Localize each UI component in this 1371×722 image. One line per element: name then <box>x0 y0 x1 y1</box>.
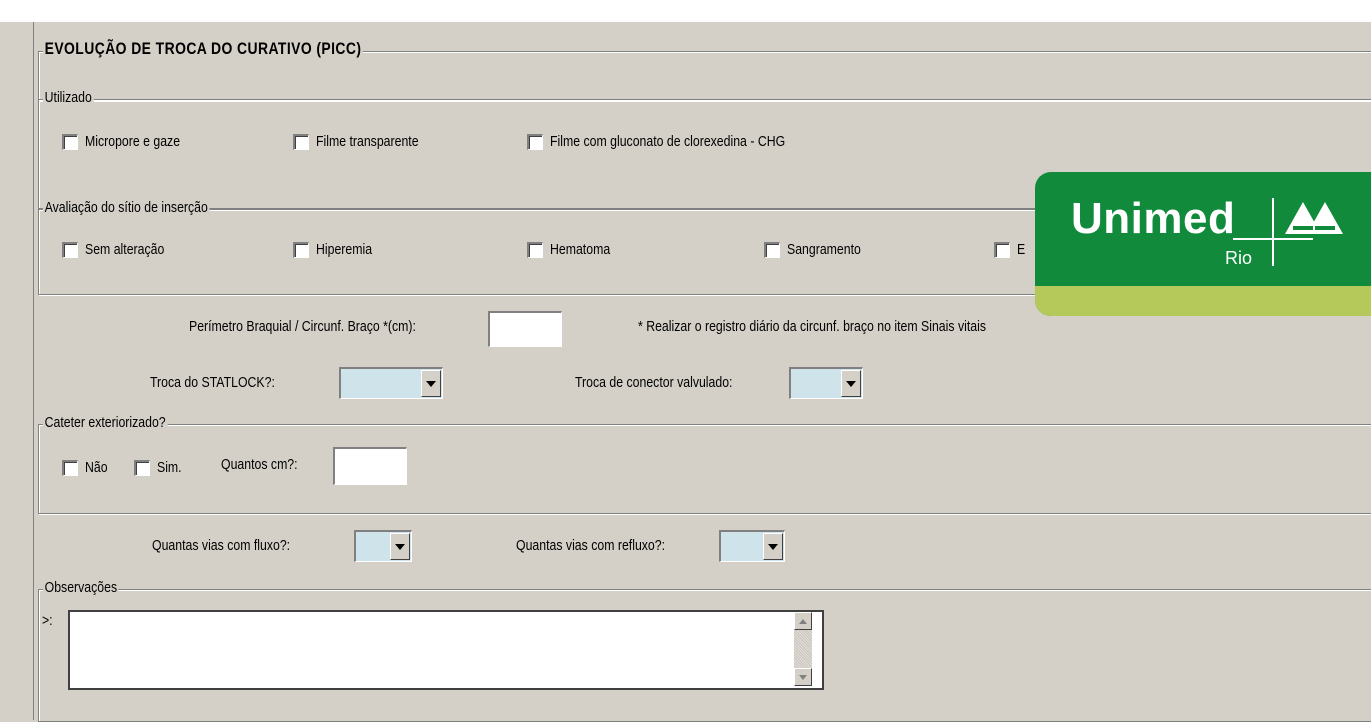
checkbox-box[interactable] <box>293 133 309 150</box>
chevron-down-icon[interactable] <box>390 533 410 560</box>
checkbox-box[interactable] <box>134 459 150 476</box>
checkbox-box[interactable] <box>527 133 543 150</box>
vias-fluxo-label: Quantas vias com fluxo?: <box>152 537 291 554</box>
logo-band <box>1035 286 1371 316</box>
logo-brand: Unimed <box>1071 194 1236 243</box>
top-strip <box>0 0 1371 22</box>
unimed-trees-icon <box>1285 202 1343 234</box>
e-checkbox[interactable]: E <box>994 241 1027 258</box>
checkbox-label: E <box>1017 241 1026 258</box>
checkbox-box[interactable] <box>293 241 309 258</box>
checkbox-box[interactable] <box>994 241 1010 258</box>
filme-transparente-checkbox[interactable]: Filme transparente <box>293 133 441 150</box>
arrow-up-icon <box>799 618 807 624</box>
scrollbar-track[interactable] <box>794 630 812 668</box>
sangramento-checkbox[interactable]: Sangramento <box>764 241 877 258</box>
micropore-checkbox[interactable]: Micropore e gaze <box>62 133 201 150</box>
checkbox-label: Hematoma <box>550 241 611 258</box>
page-title: EVOLUÇÃO DE TROCA DO CURATIVO (PICC) <box>43 39 364 59</box>
hiperemia-checkbox[interactable]: Hiperemia <box>293 241 384 258</box>
hematoma-checkbox[interactable]: Hematoma <box>527 241 623 258</box>
chevron-down-icon[interactable] <box>763 533 783 560</box>
chevron-down-icon[interactable] <box>841 370 861 397</box>
checkbox-box[interactable] <box>62 133 78 150</box>
sem-alteracao-checkbox[interactable]: Sem alteração <box>62 241 182 258</box>
nao-checkbox[interactable]: Não <box>62 459 113 476</box>
vias-refluxo-label: Quantas vias com refluxo?: <box>516 537 666 554</box>
vias-refluxo-select[interactable] <box>719 530 785 562</box>
chevron-down-icon[interactable] <box>421 370 441 397</box>
avaliacao-label: Avaliação do sítio de inserção <box>43 199 210 216</box>
checkbox-label: Não <box>85 459 108 476</box>
observacoes-group: Observações >: <box>38 579 1371 722</box>
observacoes-textarea[interactable] <box>68 610 824 690</box>
checkbox-label: Micropore e gaze <box>85 133 181 150</box>
checkbox-label: Filme transparente <box>316 133 419 150</box>
checkbox-box[interactable] <box>62 241 78 258</box>
logo-sub: Rio <box>1225 248 1253 268</box>
checkbox-box[interactable] <box>527 241 543 258</box>
quantos-cm-label: Quantos cm?: <box>221 456 298 473</box>
perimetro-note: * Realizar o registro diário da circunf.… <box>638 318 986 335</box>
sim-checkbox[interactable]: Sim. <box>134 459 187 476</box>
conector-select[interactable] <box>789 367 863 399</box>
cateter-group: Cateter exteriorizado? Não Sim. Quantos … <box>38 414 1371 514</box>
scroll-down-button[interactable] <box>794 668 812 686</box>
checkbox-label: Hiperemia <box>316 241 373 258</box>
conector-label: Troca de conector valvulado: <box>575 374 733 391</box>
main-group: EVOLUÇÃO DE TROCA DO CURATIVO (PICC) <box>38 39 1371 101</box>
perimetro-input[interactable] <box>488 311 562 347</box>
form-panel: EVOLUÇÃO DE TROCA DO CURATIVO (PICC) Uti… <box>33 22 1371 722</box>
logo-underline <box>1233 238 1313 240</box>
filme-chg-checkbox[interactable]: Filme com gluconato de clorexedina - CHG <box>527 133 837 150</box>
checkbox-box[interactable] <box>764 241 780 258</box>
cateter-label: Cateter exteriorizado? <box>43 414 168 431</box>
perimetro-label: Perímetro Braquial / Circunf. Braço *(cm… <box>189 318 416 335</box>
scroll-up-button[interactable] <box>794 612 812 630</box>
vias-fluxo-select[interactable] <box>354 530 412 562</box>
observacoes-label: Observações <box>43 579 119 596</box>
arrow-down-icon <box>799 674 807 680</box>
logo-divider <box>1272 198 1274 266</box>
quantos-cm-input[interactable] <box>333 447 407 485</box>
checkbox-label: Filme com gluconato de clorexedina - CHG <box>550 133 786 150</box>
statlock-label: Troca do STATLOCK?: <box>150 374 275 391</box>
unimed-logo: Unimed Rio <box>1035 172 1371 316</box>
checkbox-box[interactable] <box>62 459 78 476</box>
utilizado-label: Utilizado <box>43 89 94 106</box>
observacoes-prefix: >: <box>42 612 53 629</box>
checkbox-label: Sim. <box>157 459 182 476</box>
checkbox-label: Sangramento <box>787 241 861 258</box>
statlock-select[interactable] <box>339 367 443 399</box>
checkbox-label: Sem alteração <box>85 241 165 258</box>
